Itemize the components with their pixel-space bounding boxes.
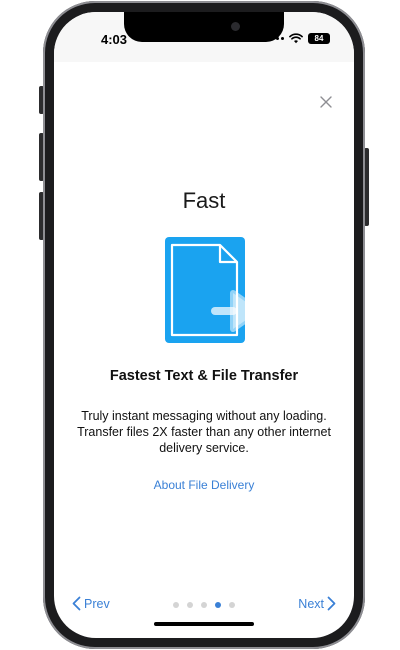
page-dot[interactable] <box>229 602 235 608</box>
camera-icon <box>231 22 240 31</box>
device-mockup: 4:03 84 Fast Fastest Text & File Transfe… <box>0 0 400 650</box>
file-transfer-icon <box>165 237 262 343</box>
feature-heading: Fastest Text & File Transfer <box>109 368 299 384</box>
home-indicator[interactable] <box>154 622 254 626</box>
chevron-right-icon <box>327 596 336 611</box>
dynamic-island <box>124 12 284 42</box>
next-label: Next <box>298 596 324 611</box>
prev-button[interactable]: Prev <box>72 596 110 611</box>
battery-icon: 84 <box>308 33 330 44</box>
next-button[interactable]: Next <box>298 596 336 611</box>
page-dot[interactable] <box>201 602 207 608</box>
feature-description: Truly instant messaging without any load… <box>77 409 331 455</box>
chevron-left-icon <box>72 596 81 611</box>
status-icons: 84 <box>266 33 330 44</box>
page-dot[interactable] <box>173 602 179 608</box>
wifi-icon <box>289 33 303 44</box>
page-indicator <box>173 602 235 608</box>
screen: 4:03 84 Fast Fastest Text & File Transfe… <box>54 12 354 638</box>
about-file-delivery-link[interactable]: About File Delivery <box>54 478 354 492</box>
status-bar: 4:03 84 <box>54 12 354 62</box>
page-title: Fast <box>182 188 226 213</box>
status-time: 4:03 <box>101 32 128 47</box>
page-dot-active[interactable] <box>215 602 221 608</box>
cellular-icon <box>266 37 284 40</box>
page-dot[interactable] <box>187 602 193 608</box>
close-icon[interactable] <box>318 94 334 110</box>
prev-label: Prev <box>84 596 110 611</box>
